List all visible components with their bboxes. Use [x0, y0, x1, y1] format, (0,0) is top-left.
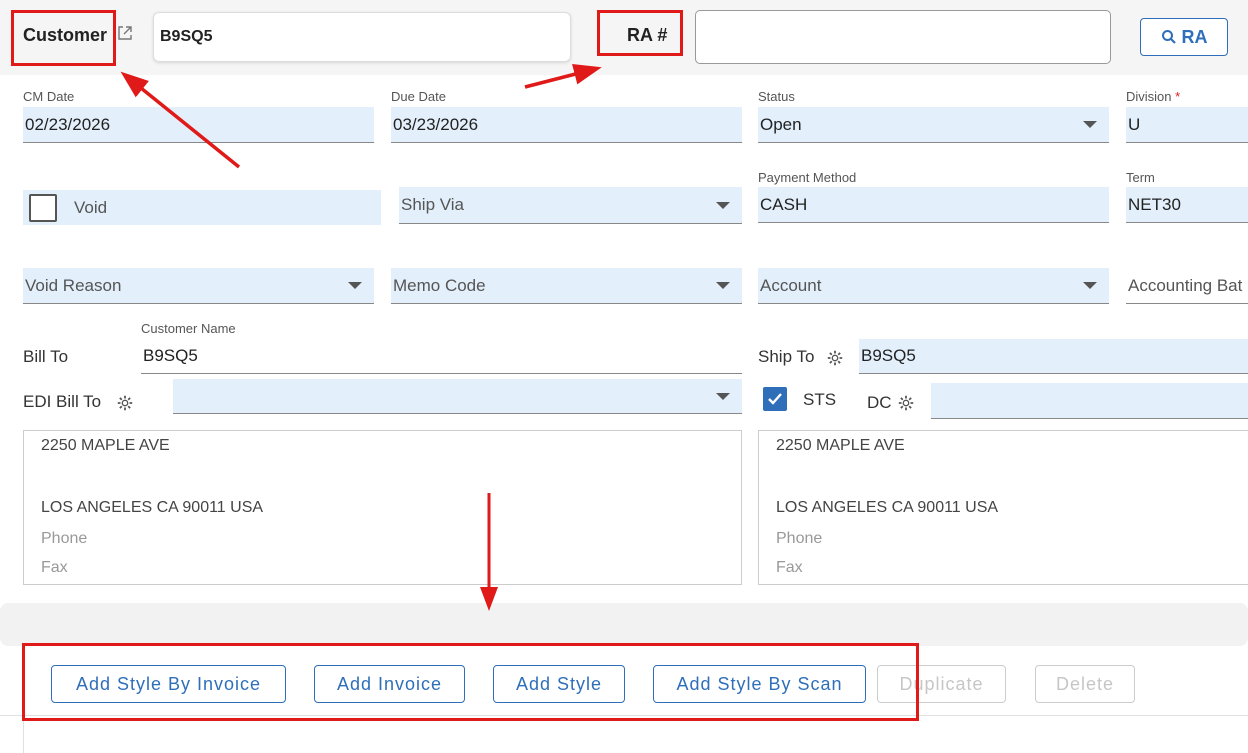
annotation-arrows	[120, 64, 602, 611]
annotation-arrow-customer	[120, 71, 241, 169]
annotation-arrow-ra	[524, 64, 602, 89]
